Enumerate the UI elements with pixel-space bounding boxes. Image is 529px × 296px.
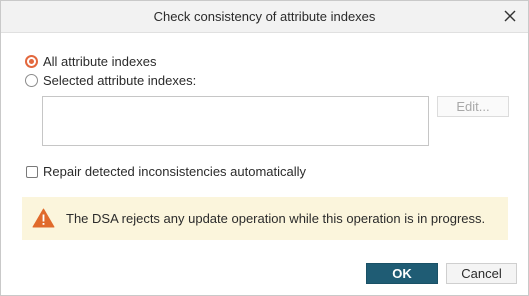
selected-indexes-list[interactable]	[42, 96, 429, 146]
ok-button[interactable]: OK	[366, 263, 438, 284]
dialog-title: Check consistency of attribute indexes	[153, 9, 376, 24]
repair-label[interactable]: Repair detected inconsistencies automati…	[43, 164, 306, 179]
all-indexes-radio[interactable]	[25, 55, 38, 68]
close-icon[interactable]	[502, 8, 518, 24]
warning-banner: The DSA rejects any update operation whi…	[22, 197, 508, 240]
all-indexes-label[interactable]: All attribute indexes	[43, 54, 156, 69]
title-bar: Check consistency of attribute indexes	[1, 1, 528, 33]
edit-button[interactable]: Edit...	[437, 96, 509, 117]
warning-icon	[32, 208, 55, 228]
cancel-button[interactable]: Cancel	[446, 263, 517, 284]
warning-text: The DSA rejects any update operation whi…	[66, 211, 486, 226]
selected-indexes-label[interactable]: Selected attribute indexes:	[43, 73, 196, 88]
selected-indexes-radio[interactable]	[25, 74, 38, 87]
dialog: Check consistency of attribute indexes A…	[0, 0, 529, 296]
repair-checkbox[interactable]	[26, 166, 38, 178]
